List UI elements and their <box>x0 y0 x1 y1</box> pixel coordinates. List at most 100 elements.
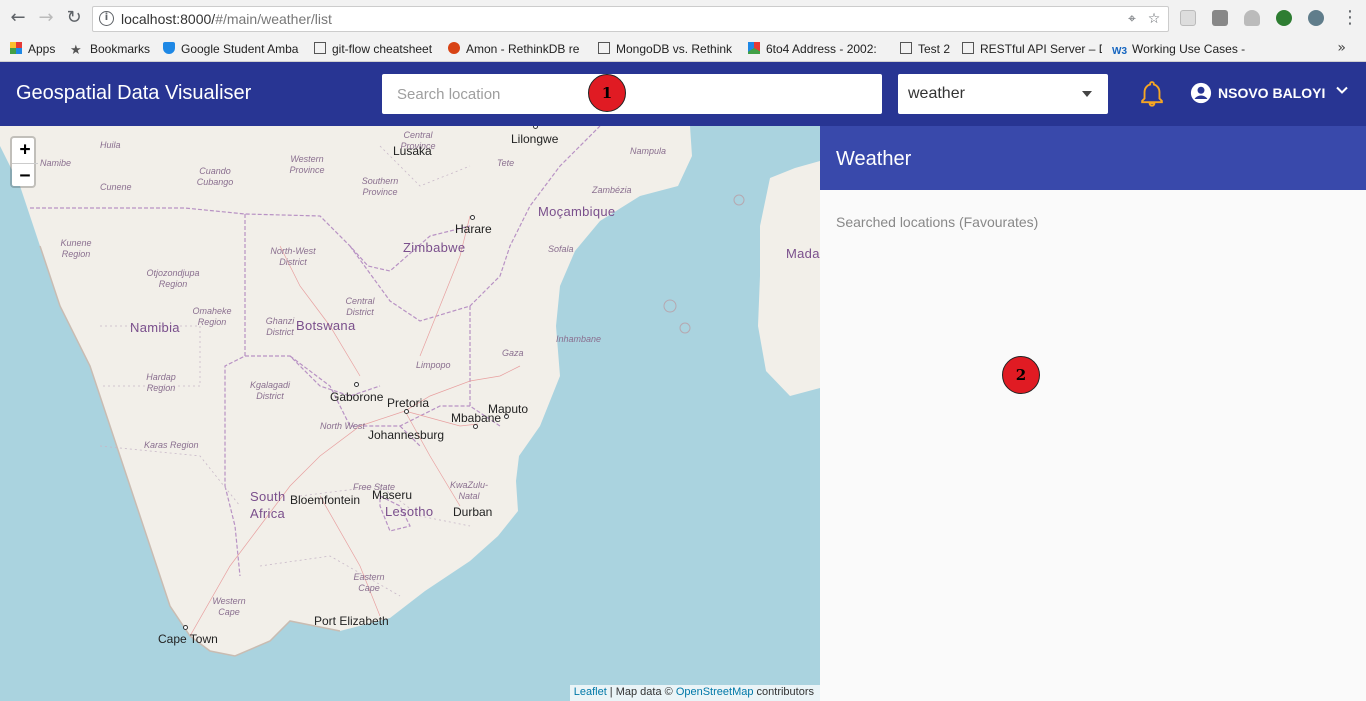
map-label: Ghanzi District <box>265 316 295 337</box>
page-icon <box>962 42 974 54</box>
country-label: Namibia <box>130 320 180 335</box>
layer-select[interactable]: weather <box>898 74 1108 114</box>
bookmark-item[interactable]: Apps <box>10 40 62 58</box>
bookmark-star-icon[interactable]: ☆ <box>1146 11 1162 27</box>
reload-icon[interactable]: ↻ <box>64 8 84 28</box>
back-arrow-icon[interactable]: ← <box>8 8 28 28</box>
chevron-down-icon <box>1336 86 1348 94</box>
map-label: Gaza <box>502 348 524 358</box>
bookmark-item[interactable]: Amon - RethinkDB re <box>448 40 586 58</box>
bookmark-item[interactable]: 6to4 Address - 2002: <box>748 40 886 58</box>
bookmark-item[interactable]: Test 2 <box>900 40 952 58</box>
attribution-suffix: contributors <box>753 686 814 698</box>
openstreetmap-link[interactable]: OpenStreetMap <box>676 686 754 698</box>
layer-select-value: weather <box>908 85 965 102</box>
bookmark-item[interactable]: git-flow cheatsheet <box>314 40 438 58</box>
city-label: Bloemfontein <box>290 493 361 507</box>
bookmark-item[interactable]: Google Student Amba <box>163 40 301 58</box>
map-attribution: Leaflet | Map data © OpenStreetMap contr… <box>569 685 820 701</box>
map-label: Southern Province <box>361 176 399 197</box>
extension-grammarly-icon[interactable] <box>1276 10 1292 26</box>
city-label: Johannesburg <box>368 428 445 442</box>
map-label: Kgalagadi District <box>249 380 291 401</box>
bookmark-item[interactable]: RESTful API Server – D <box>962 40 1102 58</box>
city-marker <box>470 215 475 220</box>
city-label: Port Elizabeth <box>314 614 389 628</box>
city-marker <box>354 382 359 387</box>
forward-arrow-icon[interactable]: → <box>36 8 56 28</box>
info-icon[interactable]: i <box>99 11 114 26</box>
map-land-layer <box>0 126 820 657</box>
url-path: #/main/weather/list <box>215 11 332 27</box>
annotation-marker-2: 2 <box>1002 356 1040 394</box>
notification-bell-icon[interactable] <box>1136 78 1168 110</box>
city-label: Durban <box>453 505 493 519</box>
extension-k-icon[interactable] <box>1180 10 1196 26</box>
city-label: Gaborone <box>330 390 384 404</box>
map-label: Tete <box>497 158 515 168</box>
country-label: Zimbabwe <box>403 240 466 255</box>
map-label: North-West District <box>270 246 316 267</box>
map-label: Cuando Cubango <box>196 166 234 187</box>
search-input[interactable] <box>382 74 882 114</box>
map-view[interactable]: Huila Namibe Cunene Cuando Cubango Weste… <box>0 126 820 701</box>
shield-icon <box>163 42 175 54</box>
extension-note-icon[interactable] <box>1212 10 1228 26</box>
map-label: Zambézia <box>592 185 632 195</box>
weather-panel: Weather Searched locations (Favourates) <box>820 126 1366 701</box>
bookmark-item[interactable]: ★ Bookmarks <box>70 40 154 58</box>
map-label: Otjozondjupa Region <box>146 268 200 289</box>
map-label: Namibe <box>40 158 72 168</box>
user-name: NSOVO BALOYI <box>1218 85 1326 101</box>
map-label: Inhambane <box>556 334 602 344</box>
country-label: Botswana <box>296 318 356 333</box>
page-icon <box>598 42 610 54</box>
more-bookmarks-icon[interactable]: » <box>1337 40 1346 56</box>
map-label: Omaheke Region <box>192 306 232 327</box>
country-label: Moçambique <box>538 204 616 219</box>
map-label: Western Province <box>289 154 325 175</box>
account-circle-icon <box>1190 82 1212 104</box>
search-location-field[interactable] <box>382 74 882 114</box>
url-host: localhost:8000/ <box>121 11 216 27</box>
star-icon: ★ <box>70 42 82 57</box>
panel-title: Weather <box>836 148 912 170</box>
city-label: Maputo <box>488 402 529 416</box>
zoom-out-button[interactable]: − <box>12 164 38 190</box>
bookmark-item[interactable]: MongoDB vs. Rethink <box>598 40 736 58</box>
country-label: Mada <box>786 246 820 261</box>
map-label: Limpopo <box>416 360 451 370</box>
browser-toolbar: ← → ↻ i localhost:8000/#/main/weather/li… <box>0 0 1366 36</box>
city-label: Lilongwe <box>511 132 559 146</box>
extension-drive-icon[interactable] <box>1244 10 1260 26</box>
map-label: Hardap Region <box>146 372 176 393</box>
amon-icon <box>448 42 460 54</box>
zoom-in-button[interactable]: + <box>12 138 38 164</box>
address-bar[interactable]: i localhost:8000/#/main/weather/list ⌖ ☆ <box>92 6 1169 32</box>
extension-eye-icon[interactable] <box>1308 10 1324 26</box>
puzzle-icon <box>748 42 760 54</box>
zoom-control: + − <box>10 136 38 190</box>
url-text[interactable]: localhost:8000/#/main/weather/list <box>121 11 332 27</box>
city-label: Harare <box>455 222 492 236</box>
attribution-separator: | Map data © <box>606 686 676 698</box>
location-target-icon[interactable]: ⌖ <box>1124 11 1140 27</box>
leaflet-link[interactable]: Leaflet <box>574 686 607 698</box>
city-label: Maseru <box>372 488 413 502</box>
city-label: Pretoria <box>387 396 430 410</box>
annotation-marker-1: 1 <box>588 74 626 112</box>
page-icon <box>900 42 912 54</box>
app-header: Geospatial Data Visualiser weather NSOVO… <box>0 62 1366 126</box>
map-label: Eastern Cape <box>353 572 385 593</box>
country-label: Lesotho <box>385 504 434 519</box>
bookmark-item[interactable]: W3 Working Use Cases - S <box>1112 40 1248 58</box>
browser-menu-icon[interactable]: ⋮ <box>1340 8 1360 28</box>
map-label: Sofala <box>548 244 574 254</box>
map-label: Kunene Region <box>60 238 92 259</box>
bookmarks-bar: Apps ★ Bookmarks Google Student Amba git-… <box>0 36 1366 62</box>
map-label: Karas Region <box>144 440 199 450</box>
city-label: Cape Town <box>158 632 218 646</box>
app-title: Geospatial Data Visualiser <box>16 82 252 104</box>
map-label: Central District <box>345 296 375 317</box>
panel-header: Weather <box>820 126 1366 190</box>
